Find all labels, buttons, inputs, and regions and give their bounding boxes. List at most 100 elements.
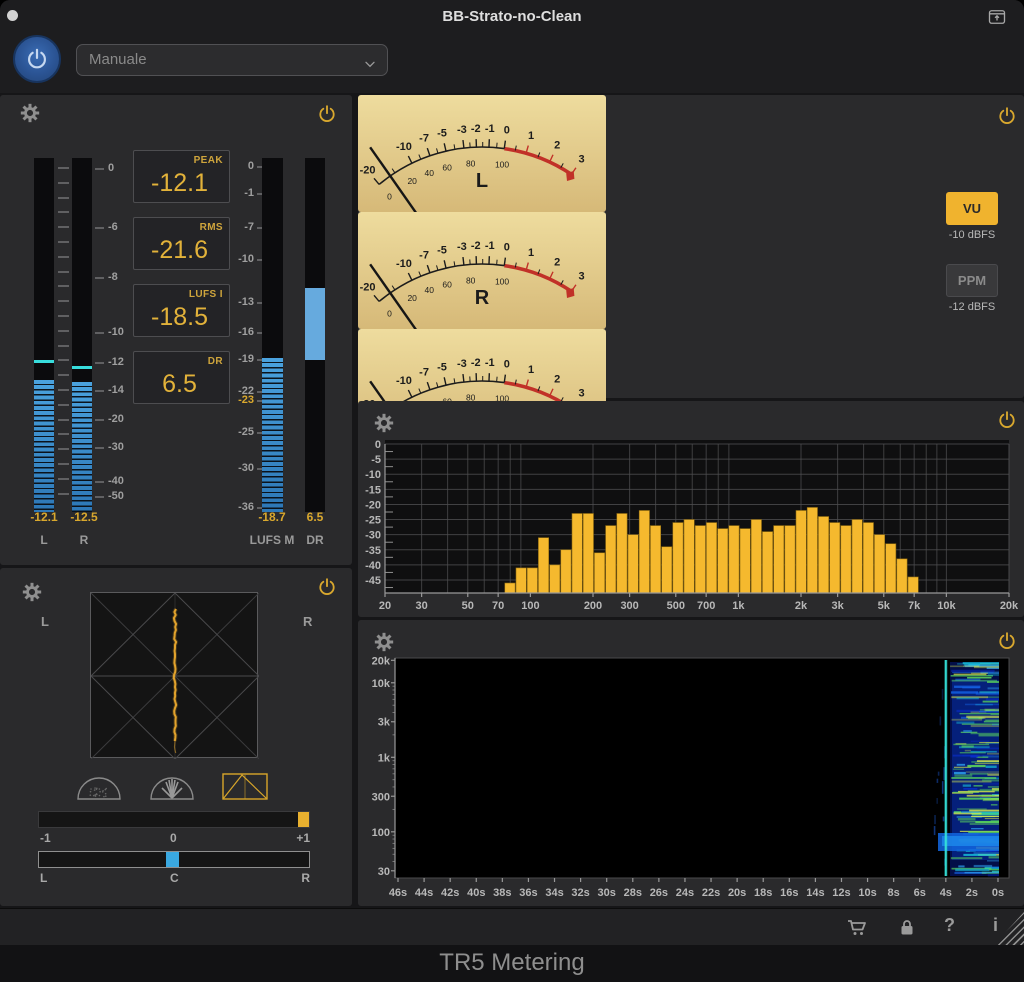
info-icon[interactable]: i: [993, 915, 998, 936]
svg-text:3k: 3k: [832, 600, 845, 612]
svg-text:3: 3: [578, 387, 584, 399]
svg-text:26s: 26s: [650, 887, 668, 899]
svg-text:-40: -40: [365, 560, 381, 572]
svg-text:36s: 36s: [519, 887, 537, 899]
svg-text:1: 1: [528, 247, 534, 259]
svg-text:-1: -1: [485, 123, 495, 135]
svg-text:80: 80: [466, 275, 476, 285]
svg-text:-20: -20: [360, 282, 376, 294]
svg-text:20: 20: [407, 176, 417, 186]
spectrogram-panel: 20k 10k 3k 1k 300 100 30 46s 44s 42s 40s 38s 36s 34s 3…: [358, 620, 1024, 906]
readout-dr: DR 6.5: [133, 351, 230, 404]
svg-text:2: 2: [554, 257, 560, 269]
svg-text:0: 0: [375, 439, 381, 451]
svg-text:300: 300: [372, 791, 390, 803]
svg-text:300: 300: [620, 600, 638, 612]
svg-text:0: 0: [504, 242, 510, 254]
svg-text:38s: 38s: [493, 887, 511, 899]
svg-text:100: 100: [495, 159, 509, 169]
svg-text:-20: -20: [360, 165, 376, 177]
scope-mode-burst-button[interactable]: [149, 771, 195, 802]
plugin-header: Manuale: [0, 33, 1024, 93]
lock-icon[interactable]: [895, 916, 919, 940]
balance-center-label: C: [170, 871, 179, 885]
scope-mode-dome-button[interactable]: [76, 771, 122, 802]
vu-ref-label: -10 dBFS: [948, 229, 996, 241]
svg-text:32s: 32s: [571, 887, 589, 899]
svg-text:16s: 16s: [780, 887, 798, 899]
product-title: TR5 Metering: [439, 949, 585, 976]
readout-label: RMS: [199, 222, 223, 233]
cart-icon[interactable]: [845, 916, 869, 940]
resize-handle-icon[interactable]: [994, 912, 1024, 945]
correlation-handle[interactable]: [298, 812, 309, 827]
svg-text:-3: -3: [457, 124, 467, 136]
svg-text:30: 30: [416, 600, 428, 612]
svg-text:100: 100: [521, 600, 539, 612]
svg-text:4s: 4s: [940, 887, 952, 899]
svg-text:30: 30: [378, 866, 390, 878]
svg-text:1k: 1k: [732, 600, 745, 612]
corr-mid-label: 0: [170, 831, 177, 845]
readout-label: LUFS I: [188, 289, 223, 300]
svg-text:6s: 6s: [914, 887, 926, 899]
svg-text:-2: -2: [471, 123, 481, 135]
level-meters-panel: 0 -6 -8 -10 -12 -14 -20 -30 -40 -50 0 -1 -7 -10 -13 -16…: [0, 95, 352, 565]
svg-text:10k: 10k: [937, 600, 956, 612]
goniometer-display: [90, 592, 260, 760]
numeric-readouts: PEAK -12.1 RMS -21.6 LUFS I -18.5 DR 6.5: [0, 95, 352, 565]
svg-text:-10: -10: [396, 258, 412, 270]
svg-text:46s: 46s: [389, 887, 407, 899]
svg-text:1: 1: [528, 364, 534, 376]
spectrogram-chart: 20k 10k 3k 1k 300 100 30 46s 44s 42s 40s 38s 36s 34s 3…: [372, 655, 1010, 899]
correlation-meter[interactable]: [38, 811, 310, 828]
bypass-power-button[interactable]: [13, 35, 61, 83]
preset-dropdown[interactable]: Manuale: [76, 44, 388, 76]
svg-text:500: 500: [667, 600, 685, 612]
svg-text:0: 0: [504, 359, 510, 371]
readout-label: DR: [207, 356, 223, 367]
vu-mode-button[interactable]: VU: [946, 192, 998, 225]
svg-text:-5: -5: [437, 245, 447, 257]
svg-text:-10: -10: [396, 375, 412, 387]
scope-mode-lissajous-button[interactable]: [222, 771, 268, 802]
svg-text:60: 60: [442, 162, 452, 172]
svg-text:80: 80: [466, 158, 476, 168]
vu-meter-grid: -20 -10 -7 -5 -3 -2 -1 0 1 2 3 0 20 40 60 80 100 L -20 -10-…: [358, 95, 1024, 659]
scope-power-icon[interactable]: [316, 576, 338, 598]
spectrogram-power-icon[interactable]: [996, 630, 1018, 652]
open-window-icon[interactable]: [985, 7, 1009, 27]
settings-gear-icon[interactable]: [374, 413, 394, 433]
svg-text:20k: 20k: [1000, 600, 1019, 612]
balance-right-label: R: [301, 871, 310, 885]
preset-value: Manuale: [89, 51, 147, 68]
svg-text:-1: -1: [485, 357, 495, 369]
svg-text:1k: 1k: [378, 752, 391, 764]
balance-handle[interactable]: [166, 852, 179, 867]
svg-text:70: 70: [492, 600, 504, 612]
svg-text:50: 50: [462, 600, 474, 612]
svg-text:20: 20: [379, 600, 391, 612]
ppm-mode-button[interactable]: PPM: [946, 264, 998, 297]
balance-scale: L C R: [38, 871, 310, 885]
balance-meter[interactable]: [38, 851, 310, 868]
svg-text:3k: 3k: [378, 717, 391, 729]
spectrum-power-icon[interactable]: [996, 409, 1018, 431]
vu-meters-panel: -20 -10 -7 -5 -3 -2 -1 0 1 2 3 0 20 40 60 80 100 L -20 -10-…: [358, 95, 1024, 659]
svg-text:10k: 10k: [372, 678, 391, 690]
title-bar: BB-Strato-no-Clean: [0, 0, 1024, 33]
settings-gear-icon[interactable]: [22, 582, 42, 602]
bottom-title-band: TR5 Metering: [0, 945, 1024, 982]
svg-text:-30: -30: [365, 530, 381, 542]
svg-text:12s: 12s: [832, 887, 850, 899]
corr-max-label: +1: [296, 831, 310, 845]
readout-peak: PEAK -12.1: [133, 150, 230, 203]
svg-text:0: 0: [504, 125, 510, 137]
settings-gear-icon[interactable]: [374, 632, 394, 652]
svg-text:20k: 20k: [372, 655, 391, 667]
readout-rms: RMS -21.6: [133, 217, 230, 270]
help-icon[interactable]: ?: [944, 915, 955, 936]
window-title: BB-Strato-no-Clean: [442, 8, 582, 25]
svg-text:30s: 30s: [598, 887, 616, 899]
svg-text:-10: -10: [365, 469, 381, 481]
